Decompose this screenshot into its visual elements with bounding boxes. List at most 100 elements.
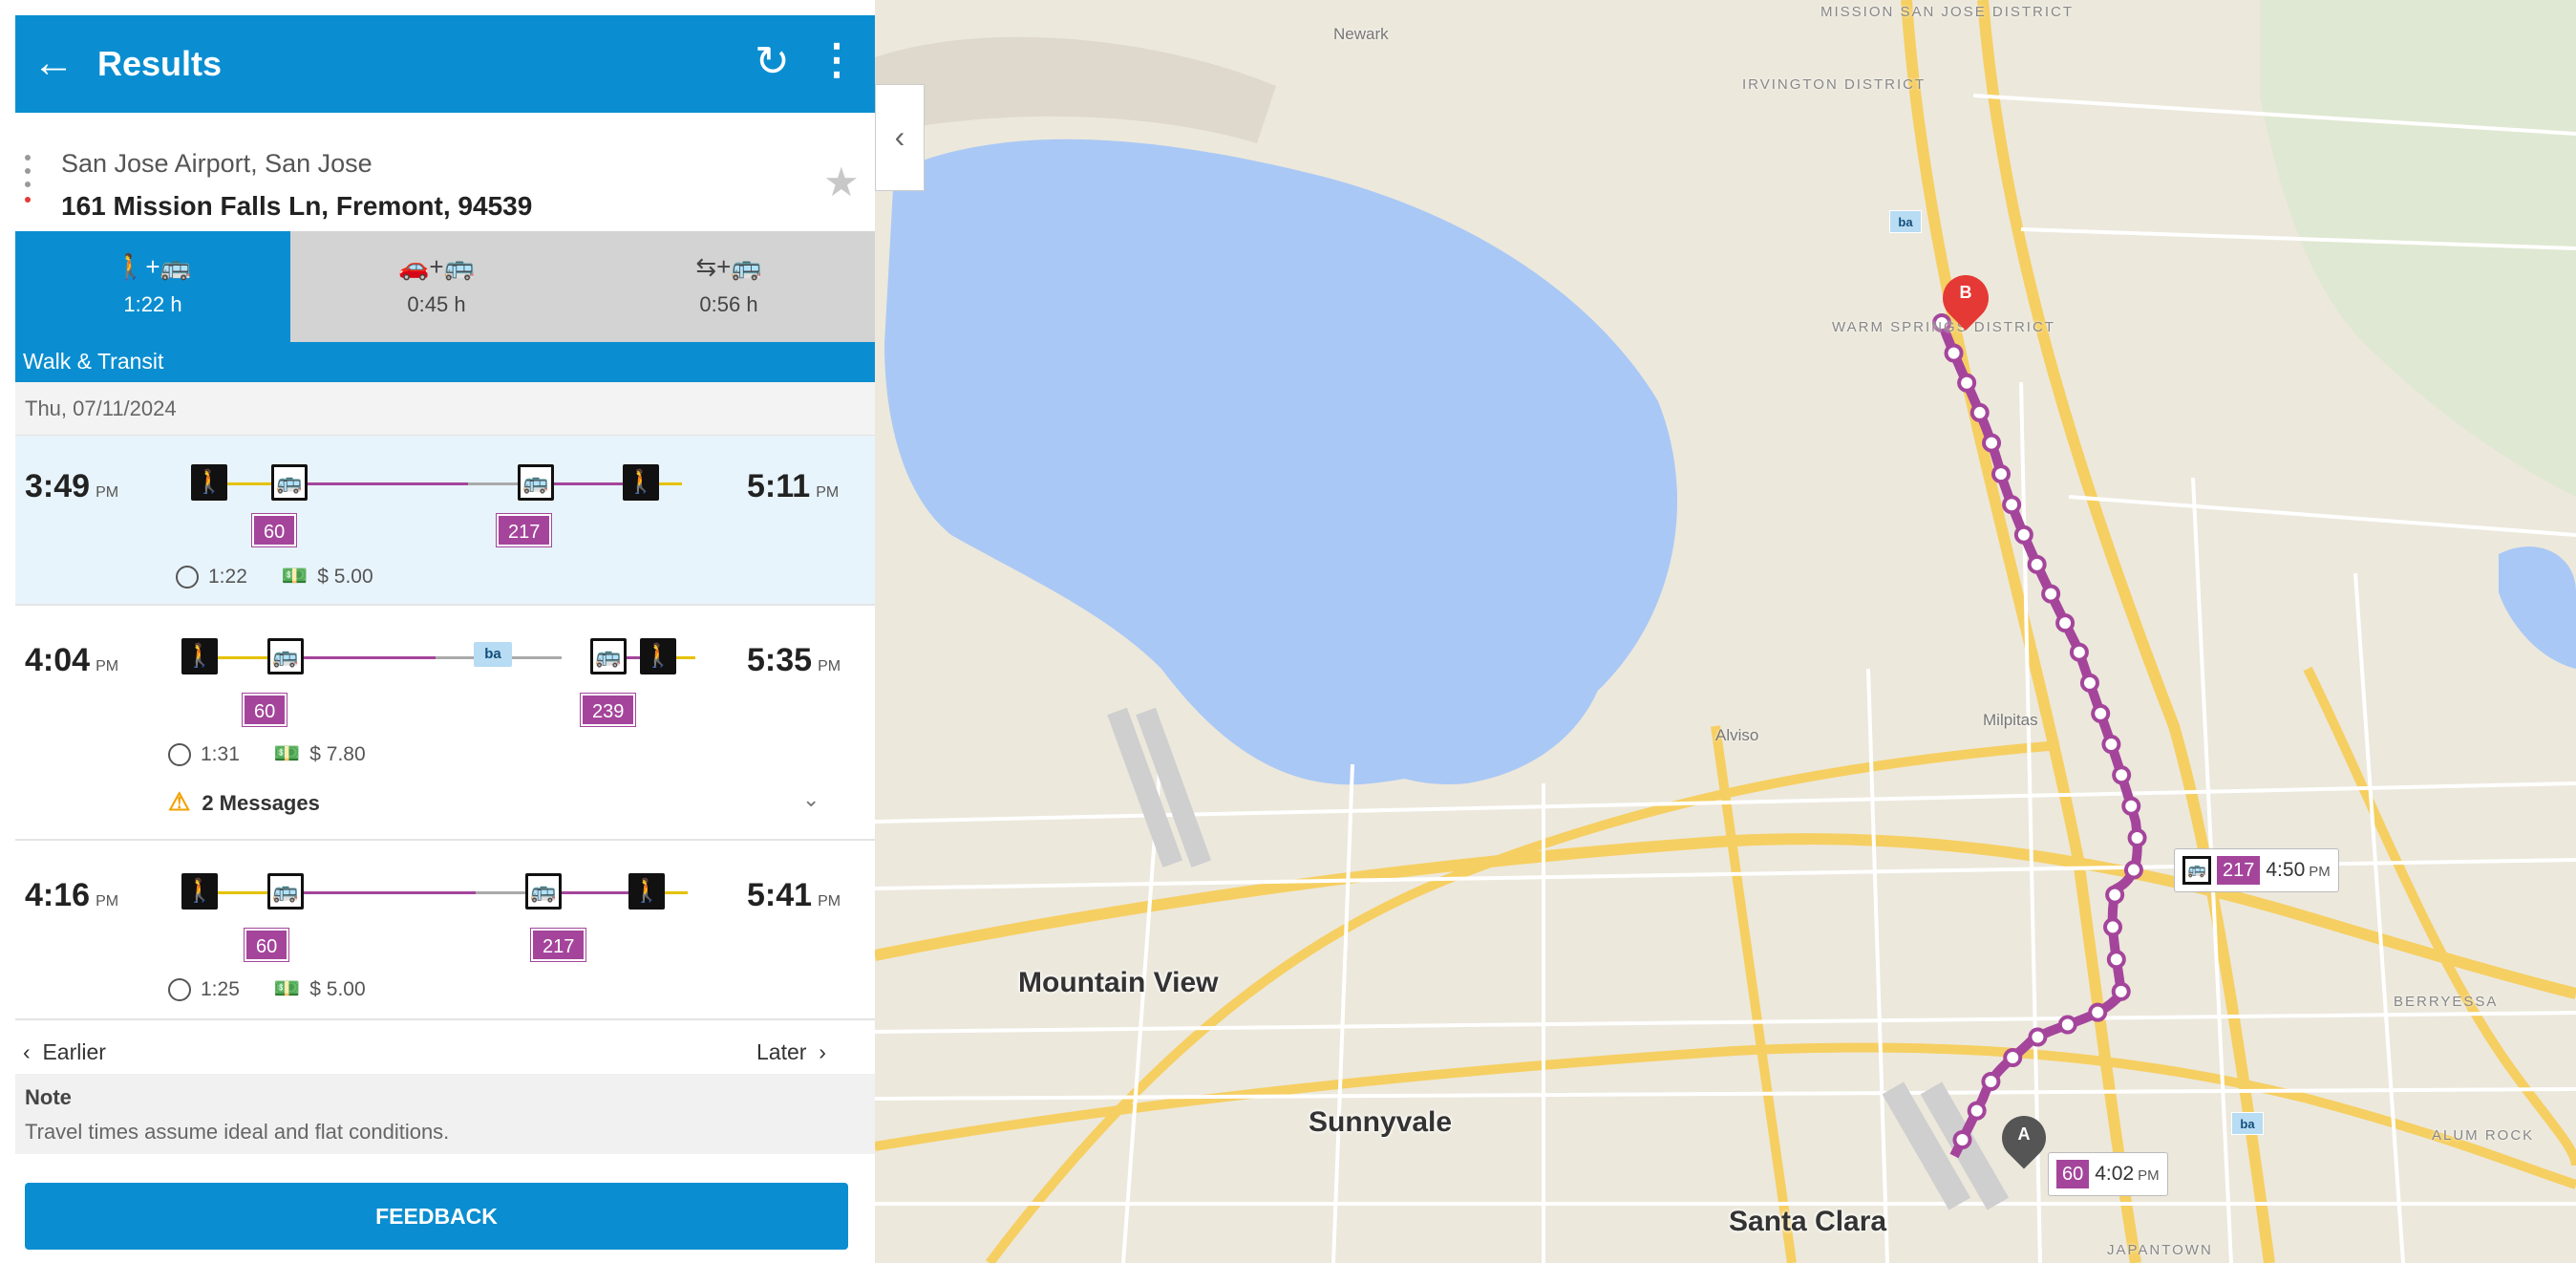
route-stop-dot	[2028, 1027, 2048, 1047]
tab-walk-transit[interactable]: 🚶+🚌 1:22 h	[15, 231, 290, 342]
route-stop-dot	[2112, 765, 2132, 785]
trip-option[interactable]: 3:49 PM 🚶 🚌 🚌 🚶 60 217 1:22 💵 $ 5.00 5:11 PM	[15, 436, 875, 606]
route-summary[interactable]: San Jose Airport, San Jose 161 Mission F…	[15, 113, 875, 246]
trip-meta: 1:25 💵 $ 5.00	[168, 976, 366, 1002]
destination-text: 161 Mission Falls Ln, Fremont, 94539	[61, 191, 533, 221]
bus-icon: 🚌	[525, 873, 562, 910]
walk-bus-icon: 🚶+🚌	[115, 252, 191, 281]
district-label: IRVINGTON DISTRICT	[1742, 76, 1927, 93]
route-dots-icon	[25, 155, 31, 208]
feedback-button[interactable]: FEEDBACK	[25, 1183, 848, 1250]
trip-option[interactable]: 4:04 PM 🚶 🚌 ba 🚌 🚶 60 239 1:31 💵 $ 7.80 ⚠	[15, 606, 875, 841]
route-badge: 239	[579, 693, 637, 727]
walk-icon: 🚶	[191, 464, 227, 501]
departure-time: 4:16 PM	[25, 877, 119, 913]
route-badge: 60	[243, 928, 290, 962]
route-badge: 217	[2217, 856, 2261, 885]
star-icon[interactable]: ★	[823, 159, 860, 205]
origin-text: San Jose Airport, San Jose	[61, 149, 373, 178]
note-box: Note Travel times assume ideal and flat …	[15, 1074, 875, 1154]
cash-icon: 💵	[281, 564, 309, 588]
tab-time: 1:22 h	[123, 292, 182, 316]
walk-icon: 🚶	[623, 464, 659, 501]
destination-pin-label: B	[1959, 283, 1972, 302]
route-stop-dot	[2041, 584, 2061, 604]
route-badge: 60	[241, 693, 288, 727]
route-stop-dot	[1969, 402, 1990, 422]
refresh-icon[interactable]: ↻	[755, 38, 790, 86]
route-stop-dot	[2121, 796, 2141, 816]
walk-icon: 🚶	[628, 873, 665, 910]
city-label: Sunnyvale	[1309, 1106, 1453, 1138]
trip-legs: 🚶 🚌 ba 🚌 🚶	[178, 638, 713, 676]
results-panel: ← Results ↻ ⋮ San Jose Airport, San Jose…	[15, 15, 875, 1263]
page-title: Results	[97, 44, 223, 83]
bus-icon: 🚌	[267, 638, 304, 674]
route-stop-dot	[2123, 860, 2143, 880]
more-vert-icon[interactable]: ⋮	[816, 36, 858, 84]
app-bar: ← Results ↻ ⋮	[15, 15, 875, 113]
train-station-icon[interactable]: ba	[1889, 210, 1922, 233]
freeway	[1901, 0, 2141, 1263]
app: ← Results ↻ ⋮ San Jose Airport, San Jose…	[0, 0, 2576, 1263]
trip-meta: 1:31 💵 $ 7.80	[168, 741, 366, 767]
tab-time: 0:45 h	[407, 292, 466, 316]
clock-icon	[176, 566, 199, 589]
route-stop-dot	[2101, 735, 2121, 755]
cash-icon: 💵	[273, 976, 301, 1000]
route-stop-dot	[2027, 554, 2047, 574]
walk-icon: 🚶	[181, 638, 218, 674]
route-badge: 60	[2056, 1160, 2090, 1188]
mode-tabs: 🚶+🚌 1:22 h 🚗+🚌 0:45 h ⇆+🚌 0:56 h Walk & …	[15, 231, 875, 382]
trip-option[interactable]: 4:16 PM 🚶 🚌 🚌 🚶 60 217 1:25 💵 $ 5.00 5:41 PM	[15, 841, 875, 1020]
district-label: JAPANTOWN	[2107, 1242, 2213, 1258]
trip-messages[interactable]: ⚠ 2 Messages	[168, 787, 320, 817]
route-badge: 217	[495, 513, 553, 547]
route-stop-dot	[2091, 703, 2111, 723]
trip-meta: 1:22 💵 $ 5.00	[176, 564, 373, 589]
train-icon: ba	[474, 642, 512, 667]
route-stop-dot	[1981, 1072, 2001, 1092]
warning-icon: ⚠	[168, 787, 191, 816]
route-stop-dot	[2055, 613, 2076, 633]
route-stop-dot	[2079, 673, 2099, 693]
arrival-time: 5:41 PM	[747, 877, 841, 913]
district-label: WARM SPRINGS DISTRICT	[1832, 319, 2055, 335]
route-stops	[1932, 313, 2147, 1150]
boarding-callout[interactable]: 60 4:02 PM	[2048, 1152, 2168, 1196]
transfer-bus-icon: ⇆+🚌	[695, 252, 762, 281]
collapse-panel-button[interactable]: ‹	[875, 84, 925, 191]
route-stop-dot	[2088, 1002, 2108, 1022]
map[interactable]: ‹ MISSION SAN JOSE DISTRICT IRVINGTON DI…	[875, 0, 2576, 1263]
clock-icon	[168, 978, 191, 1002]
departure-time: 3:49 PM	[25, 468, 119, 504]
chevron-down-icon[interactable]: ⌄	[802, 787, 820, 812]
city-label: Mountain View	[1018, 967, 1219, 998]
arrow-left-icon[interactable]: ←	[32, 40, 75, 86]
tab-drive-transit[interactable]: 🚗+🚌 0:45 h	[290, 231, 583, 342]
trip-date: Thu, 07/11/2024	[15, 382, 875, 436]
district-label: BERRYESSA	[2394, 994, 2499, 1010]
district-label: ALUM ROCK	[2432, 1127, 2535, 1144]
tab-transfer-transit[interactable]: ⇆+🚌 0:56 h	[583, 231, 875, 342]
walk-icon: 🚶	[181, 873, 218, 910]
route-stop-dot	[2003, 1048, 2023, 1068]
route-stop-dot	[2057, 1015, 2077, 1035]
walk-icon: 🚶	[640, 638, 676, 674]
town-label: Milpitas	[1983, 711, 2038, 729]
route-stop-dot	[2103, 917, 2123, 937]
route-badge: 217	[529, 928, 587, 962]
transfer-callout[interactable]: 🚌 217 4:50 PM	[2174, 848, 2339, 892]
route-stop-dot	[1967, 1101, 1987, 1121]
route-stop-dot	[2106, 950, 2126, 970]
route-stop-dot	[2069, 642, 2089, 662]
train-station-icon[interactable]: ba	[2231, 1112, 2264, 1135]
district-label: MISSION SAN JOSE DISTRICT	[1820, 4, 2075, 20]
route-stop-dot	[1944, 343, 1964, 363]
route-stop-dot	[2105, 885, 2125, 905]
bus-icon: 🚌	[267, 873, 304, 910]
bus-icon: 🚌	[518, 464, 554, 501]
departure-time: 4:04 PM	[25, 642, 119, 678]
town-label: Newark	[1333, 25, 1389, 43]
map-canvas	[875, 0, 2576, 1263]
